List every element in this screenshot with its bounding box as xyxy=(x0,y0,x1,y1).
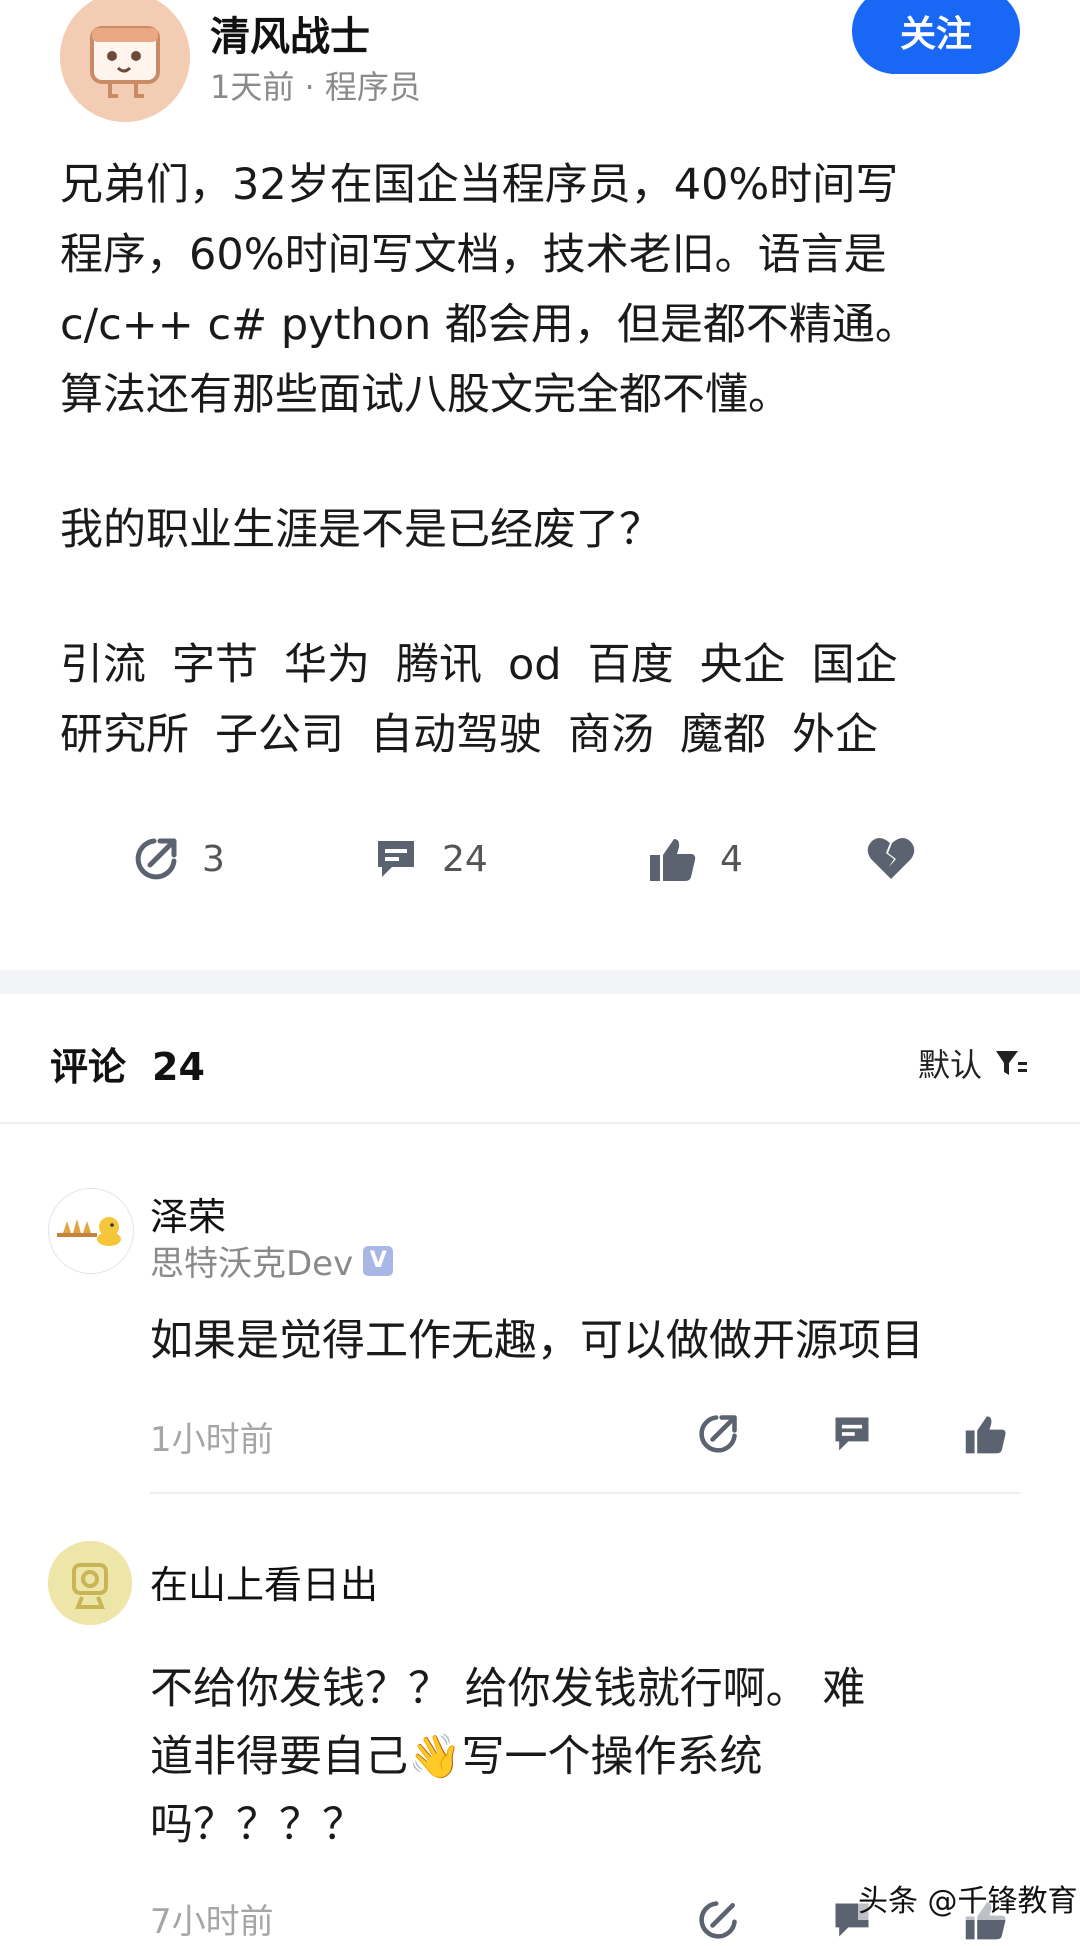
post-body-line: 程序，60%时间写文档，技术老旧。语言是 xyxy=(60,230,887,280)
tag-link[interactable]: 国企 xyxy=(812,630,898,700)
follow-button[interactable]: 关注 xyxy=(852,0,1020,74)
post-body-line: 算法还有那些面试八股文完全都不懂。 xyxy=(60,370,791,420)
tag-link[interactable]: 研究所 xyxy=(60,700,189,770)
comment-text: 不给你发钱？？ 给你发钱就行啊。 难 道非得要自己👋写一个操作系统 吗？？？？ xyxy=(150,1655,1030,1859)
share-icon xyxy=(699,1901,737,1939)
share-icon xyxy=(135,838,177,880)
share-count: 3 xyxy=(202,838,225,880)
comments-count: 24 xyxy=(152,1045,205,1089)
section-divider xyxy=(0,970,1080,994)
verified-badge-icon: V xyxy=(363,1245,394,1276)
comment-time: 1小时前 xyxy=(150,1420,274,1460)
comment-text-line: 吗？？？？ xyxy=(150,1800,365,1850)
divider xyxy=(0,1122,1080,1124)
camera-avatar-icon xyxy=(48,1541,132,1625)
comment-share-button[interactable] xyxy=(696,1898,740,1946)
comment-text-line: 不给你发钱？？ 给你发钱就行啊。 难 xyxy=(150,1664,866,1714)
post-body-line: 兄弟们，32岁在国企当程序员，40%时间写 xyxy=(60,160,899,210)
post-body: 兄弟们，32岁在国企当程序员，40%时间写 程序，60%时间写文档，技术老旧。语… xyxy=(60,150,1020,430)
comment-text: 如果是觉得工作无趣，可以做做开源项目 xyxy=(150,1316,924,1366)
filter-icon xyxy=(996,1051,1028,1075)
comment-divider xyxy=(150,1492,1020,1494)
commenter-avatar[interactable] xyxy=(48,1541,132,1625)
thumbs-up-icon xyxy=(650,839,696,881)
broken-heart-icon xyxy=(867,837,915,879)
sort-dropdown[interactable]: 默认 xyxy=(918,1040,1028,1086)
like-action[interactable]: 4 xyxy=(648,835,743,883)
tag-link[interactable]: 华为 xyxy=(284,630,370,700)
tag-link[interactable]: 腾讯 xyxy=(396,630,482,700)
like-count: 4 xyxy=(720,838,743,880)
tag-link[interactable]: od xyxy=(508,630,562,700)
wallet-character-icon xyxy=(60,0,190,122)
comment-icon xyxy=(835,1417,869,1451)
tag-link[interactable]: 商汤 xyxy=(568,700,654,770)
comments-title: 评论 24 xyxy=(50,1036,205,1091)
tag-link[interactable]: 魔都 xyxy=(680,700,766,770)
comments-title-label: 评论 xyxy=(50,1045,127,1089)
comment-share-button[interactable] xyxy=(696,1412,740,1460)
comment-text-line: 道非得要自己👋写一个操作系统 xyxy=(150,1732,763,1782)
tag-link[interactable]: 百度 xyxy=(588,630,674,700)
author-avatar[interactable] xyxy=(60,0,190,122)
comment-time: 7小时前 xyxy=(150,1902,274,1942)
comment-count: 24 xyxy=(442,838,488,880)
commenter-title: 思特沃克Dev xyxy=(150,1244,354,1284)
tag-link[interactable]: 外企 xyxy=(792,700,878,770)
sort-label: 默认 xyxy=(918,1046,983,1084)
commenter-name[interactable]: 在山上看日出 xyxy=(150,1554,378,1609)
post-question: 我的职业生涯是不是已经废了？ xyxy=(60,505,662,555)
comment-icon xyxy=(378,841,414,877)
share-action[interactable]: 3 xyxy=(132,835,225,883)
thumbs-up-icon xyxy=(965,1416,1006,1454)
tag-link[interactable]: 引流 xyxy=(60,630,146,700)
post-body-line: c/c++ c# python 都会用，但是都不精通。 xyxy=(60,300,918,350)
commenter-subtitle: 思特沃克Dev V xyxy=(150,1236,394,1285)
tag-link[interactable]: 央企 xyxy=(700,630,786,700)
share-icon xyxy=(699,1415,737,1453)
post-meta: 1天前 · 程序员 xyxy=(210,68,421,106)
watermark: 头条 @千锋教育 xyxy=(858,1876,1078,1920)
post-tags: 引流 字节 华为 腾讯 od 百度 央企 国企 研究所 子公司 自动驾驶 商汤 魔都 外企 xyxy=(60,630,1030,770)
duck-avatar-icon xyxy=(49,1189,133,1273)
commenter-name[interactable]: 泽荣 xyxy=(150,1186,226,1241)
comment-reply-button[interactable] xyxy=(830,1412,874,1460)
tag-link[interactable]: 子公司 xyxy=(215,700,344,770)
tag-link[interactable]: 自动驾驶 xyxy=(370,700,542,770)
commenter-avatar[interactable] xyxy=(48,1188,134,1274)
comment-like-button[interactable] xyxy=(964,1412,1008,1460)
tag-link[interactable]: 字节 xyxy=(172,630,258,700)
dislike-action[interactable] xyxy=(866,835,916,881)
author-name[interactable]: 清风战士 xyxy=(210,4,370,62)
comment-action[interactable]: 24 xyxy=(372,835,488,883)
